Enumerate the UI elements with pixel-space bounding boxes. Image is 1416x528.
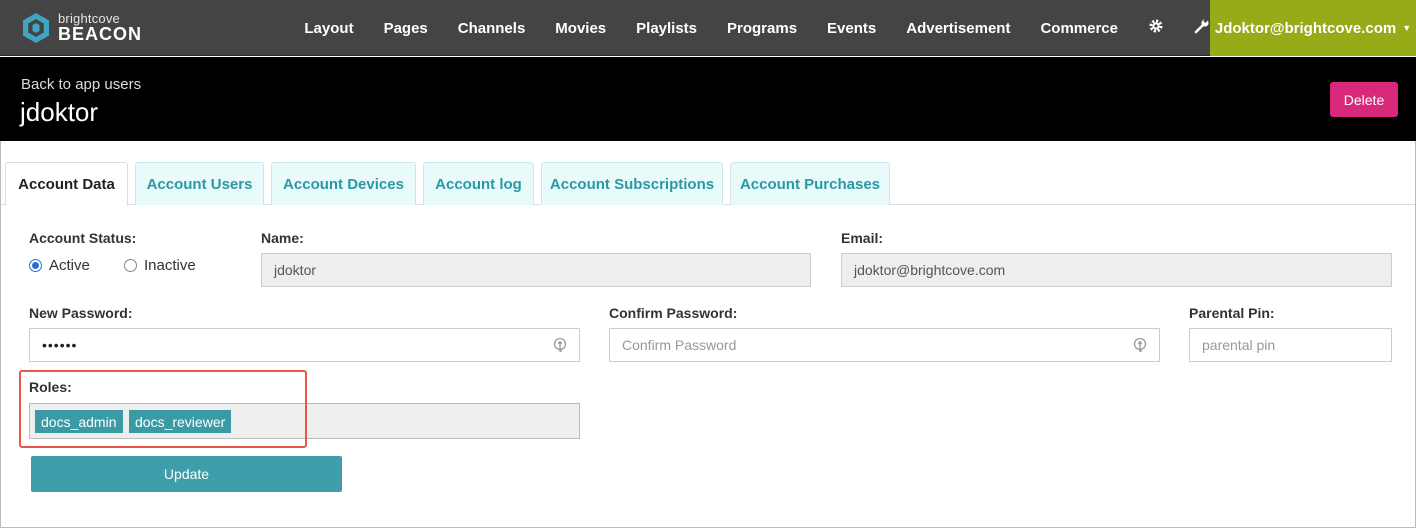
caret-down-icon: ▼	[1402, 23, 1412, 33]
name-label: Name:	[261, 230, 304, 246]
nav-programs[interactable]: Programs	[727, 20, 797, 37]
tab-account-log[interactable]: Account log	[423, 162, 534, 205]
account-status-label: Account Status:	[29, 230, 137, 246]
radio-selected-icon	[29, 259, 42, 272]
password-key-icon[interactable]	[553, 337, 567, 354]
tab-account-data[interactable]: Account Data	[5, 162, 128, 206]
user-email: Jdoktor@brightcove.com	[1214, 19, 1397, 37]
tab-account-devices[interactable]: Account Devices	[271, 162, 416, 205]
wrench-icon[interactable]	[1194, 17, 1210, 39]
nav-movies[interactable]: Movies	[555, 20, 606, 37]
main-menu: Layout Pages Channels Movies Playlists P…	[274, 0, 1210, 56]
nav-playlists[interactable]: Playlists	[636, 20, 697, 37]
new-password-value: ••••••	[42, 337, 78, 353]
user-menu-dropdown[interactable]: Jdoktor@brightcove.com ▼	[1210, 0, 1416, 56]
gear-icon[interactable]	[1148, 18, 1164, 39]
confirm-password-placeholder: Confirm Password	[622, 337, 737, 353]
back-to-app-users-link[interactable]: Back to app users	[21, 76, 141, 93]
frame-border-left	[0, 141, 1, 528]
top-navbar: brightcove BEACON Layout Pages Channels …	[0, 0, 1416, 56]
name-field[interactable]: jdoktor	[261, 253, 811, 287]
roles-highlight-box	[19, 370, 307, 448]
tab-account-users[interactable]: Account Users	[135, 162, 264, 205]
tab-account-subscriptions[interactable]: Account Subscriptions	[541, 162, 723, 205]
status-active-radio[interactable]: Active	[29, 257, 90, 274]
new-password-field[interactable]: ••••••	[29, 328, 580, 362]
parental-pin-field[interactable]: parental pin	[1189, 328, 1392, 362]
nav-advertisement[interactable]: Advertisement	[906, 20, 1010, 37]
status-inactive-radio[interactable]: Inactive	[124, 257, 196, 274]
nav-commerce[interactable]: Commerce	[1040, 20, 1118, 37]
logo-wordmark-big: BEACON	[58, 24, 143, 44]
status-active-label: Active	[49, 257, 90, 274]
page-header: Back to app users jdoktor Delete	[0, 57, 1416, 141]
confirm-password-field[interactable]: Confirm Password	[609, 328, 1160, 362]
update-button[interactable]: Update	[31, 456, 342, 492]
nav-channels[interactable]: Channels	[458, 20, 526, 37]
tab-account-purchases[interactable]: Account Purchases	[730, 162, 890, 205]
brightcove-beacon-logo[interactable]: brightcove BEACON	[20, 10, 170, 46]
confirm-password-label: Confirm Password:	[609, 305, 738, 321]
page-title: jdoktor	[20, 97, 99, 127]
delete-button[interactable]: Delete	[1330, 82, 1398, 117]
nav-pages[interactable]: Pages	[384, 20, 428, 37]
status-inactive-label: Inactive	[144, 257, 196, 274]
email-field[interactable]: jdoktor@brightcove.com	[841, 253, 1392, 287]
nav-events[interactable]: Events	[827, 20, 876, 37]
beacon-logo-icon	[23, 13, 49, 43]
parental-pin-label: Parental Pin:	[1189, 305, 1275, 321]
new-password-label: New Password:	[29, 305, 133, 321]
password-key-icon[interactable]	[1133, 337, 1147, 354]
nav-layout[interactable]: Layout	[304, 20, 353, 37]
email-label: Email:	[841, 230, 884, 246]
radio-unselected-icon	[124, 259, 137, 272]
